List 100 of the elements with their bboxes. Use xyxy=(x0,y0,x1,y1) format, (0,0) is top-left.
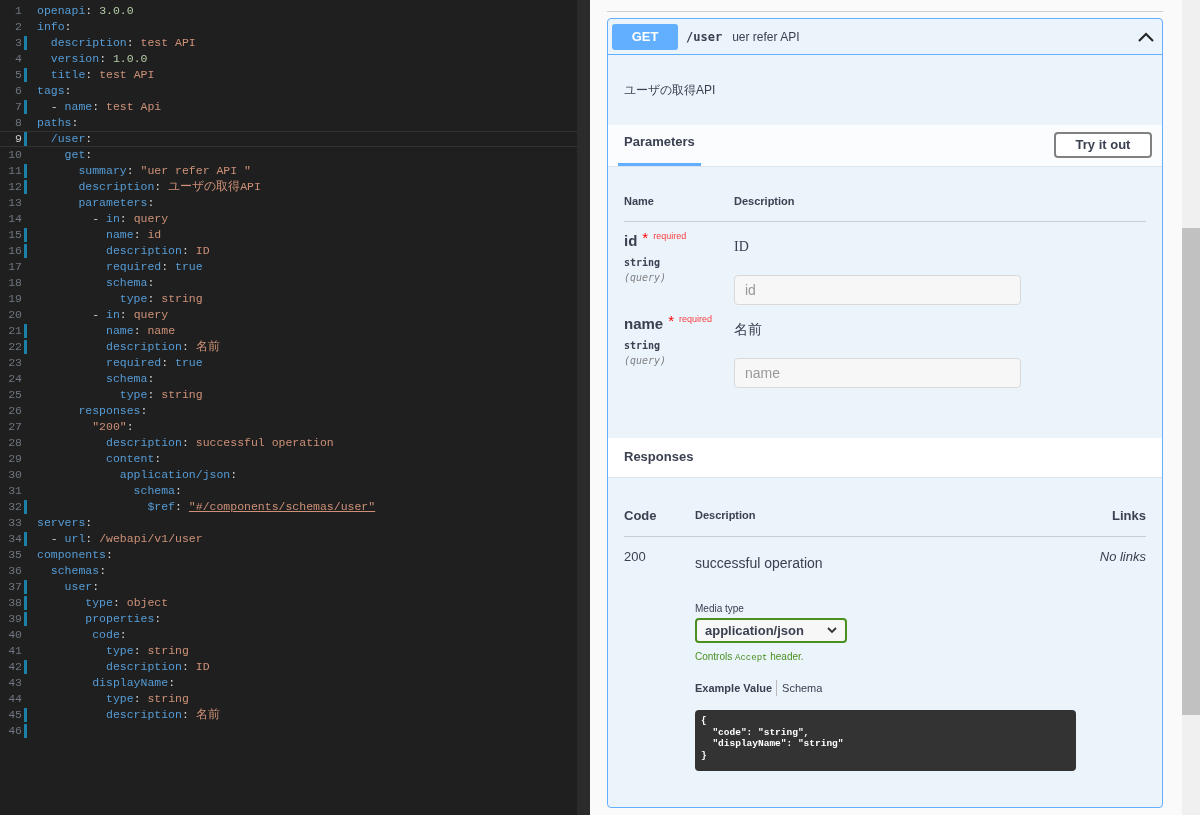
responses-title: Responses xyxy=(624,448,694,467)
line-number: 20 xyxy=(7,307,22,323)
try-it-out-button[interactable]: Try it out xyxy=(1054,132,1152,158)
code-line: type: string xyxy=(118,387,203,403)
chevron-down-icon xyxy=(827,627,837,634)
parameter-location: (query) xyxy=(624,354,668,368)
code-line: responses: xyxy=(77,403,148,419)
code-line: schemas: xyxy=(49,563,107,579)
minimap-scrollbar[interactable] xyxy=(577,0,590,815)
code-line: description: 名前 xyxy=(105,339,220,355)
code-line: paths: xyxy=(37,115,79,131)
line-number: 22 xyxy=(7,339,22,355)
line-number: 13 xyxy=(7,195,22,211)
example-code-block: { "code": "string", "displayName": "string" } xyxy=(695,710,1076,771)
line-number: 38 xyxy=(7,595,22,611)
code-line: schema: xyxy=(132,483,182,499)
required-label: required xyxy=(679,312,713,326)
line-number: 31 xyxy=(7,483,22,499)
code-line: schema: xyxy=(105,371,155,387)
required-label: required xyxy=(653,229,687,243)
response-links: No links xyxy=(1099,548,1146,566)
line-number: 6 xyxy=(14,83,22,99)
code-line: name: name xyxy=(105,323,176,339)
code-line: user: xyxy=(63,579,100,595)
code-line: description: ユーザの取得API xyxy=(77,179,261,195)
code-line: properties: xyxy=(84,611,162,627)
operation-path: /user xyxy=(686,28,723,46)
parameters-tab[interactable]: Parameters xyxy=(618,131,701,166)
operation-header[interactable]: GET /user uer refer API xyxy=(608,19,1162,55)
line-number: 21 xyxy=(7,323,22,339)
line-number: 40 xyxy=(7,627,22,643)
parameter-name: id xyxy=(624,230,638,251)
line-number: 30 xyxy=(7,467,22,483)
line-number: 8 xyxy=(14,115,22,131)
line-number: 18 xyxy=(7,275,22,291)
line-number: 37 xyxy=(7,579,22,595)
line-number: 1 xyxy=(14,3,22,19)
line-number: 43 xyxy=(7,675,22,691)
line-number: 32 xyxy=(7,499,22,515)
line-number: 2 xyxy=(14,19,22,35)
line-number: 5 xyxy=(14,67,22,83)
media-type-label: Media type xyxy=(695,602,744,616)
column-header: Name xyxy=(624,194,655,209)
code-line: $ref: "#/components/schemas/user" xyxy=(146,499,376,515)
line-number: 39 xyxy=(7,611,22,627)
line-number: 3 xyxy=(14,35,22,51)
code-line: - in: query xyxy=(91,211,169,227)
required-mark: * xyxy=(668,312,675,329)
line-number: 7 xyxy=(14,99,22,115)
example-tab[interactable]: Example Value xyxy=(695,679,773,696)
code-line: - name: test Api xyxy=(49,99,162,115)
operation-description: ユーザの取得API xyxy=(624,82,716,99)
method-badge: GET xyxy=(612,23,678,50)
line-number: 41 xyxy=(7,643,22,659)
line-number: 44 xyxy=(7,691,22,707)
code-line: openapi: 3.0.0 xyxy=(37,3,134,19)
code-line: description: 名前 xyxy=(105,707,220,723)
code-line: summary: "uer refer API " xyxy=(77,163,251,179)
code-line: parameters: xyxy=(77,195,155,211)
line-number: 19 xyxy=(7,291,22,307)
line-number: 25 xyxy=(7,387,22,403)
line-number: 15 xyxy=(7,227,22,243)
media-type-select[interactable]: application/json xyxy=(695,618,847,643)
line-number: 17 xyxy=(7,259,22,275)
code-line: info: xyxy=(37,19,72,35)
operation-summary: uer refer API xyxy=(732,28,800,46)
code-line: description: ID xyxy=(105,659,210,675)
code-line: required: true xyxy=(105,355,203,371)
line-number: 23 xyxy=(7,355,22,371)
line-number: 14 xyxy=(7,211,22,227)
parameter-type: string xyxy=(624,339,662,353)
collapse-icon[interactable] xyxy=(1138,31,1154,42)
code-line: /user: xyxy=(49,131,93,147)
code-line: version: 1.0.0 xyxy=(49,51,148,67)
line-number: 10 xyxy=(7,147,22,163)
code-line: type: string xyxy=(105,643,189,659)
code-line: name: id xyxy=(105,227,162,243)
column-header: Description xyxy=(734,194,795,209)
code-line: application/json: xyxy=(118,467,238,483)
code-line: title: test API xyxy=(49,67,155,83)
parameter-input[interactable]: id xyxy=(734,274,1021,305)
code-line: - in: query xyxy=(91,307,169,323)
required-mark: * xyxy=(642,229,649,246)
code-line: get: xyxy=(63,147,93,163)
code-line: servers: xyxy=(37,515,93,531)
line-number: 36 xyxy=(7,563,22,579)
column-header: Links xyxy=(1112,506,1146,525)
parameter-description: ID xyxy=(734,237,750,256)
line-number: 29 xyxy=(7,451,22,467)
page-scrollbar[interactable] xyxy=(1182,0,1200,815)
line-number: 24 xyxy=(7,371,22,387)
line-number: 28 xyxy=(7,435,22,451)
example-tab[interactable]: Schema xyxy=(776,679,823,696)
code-line: description: successful operation xyxy=(105,435,334,451)
line-number: 4 xyxy=(14,51,22,67)
line-number: 11 xyxy=(7,163,22,179)
line-number: 9 xyxy=(14,131,22,147)
code-line: required: true xyxy=(105,259,203,275)
parameter-input[interactable]: name xyxy=(734,357,1021,388)
line-number: 34 xyxy=(7,531,22,547)
